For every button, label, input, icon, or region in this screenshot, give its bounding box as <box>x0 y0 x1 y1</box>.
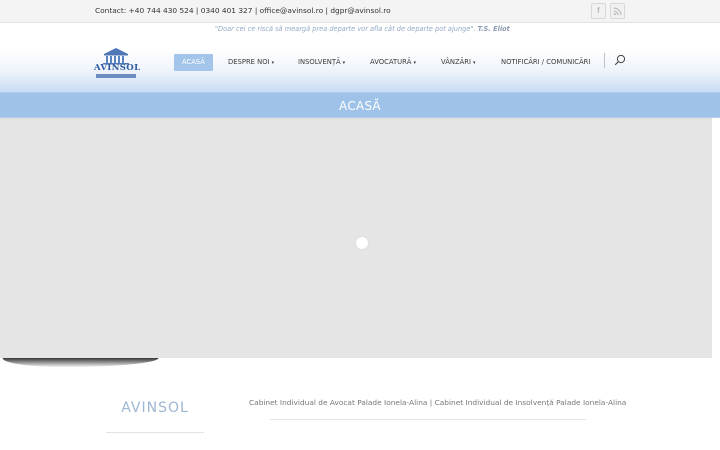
footer-tagline: Cabinet Individual de Avocat Palade Ione… <box>249 398 627 407</box>
footer-brand-divider <box>106 432 204 433</box>
facebook-icon[interactable]: f <box>591 3 606 19</box>
site-header: "Doar cei ce riscă să meargă prea depart… <box>0 23 720 92</box>
nav-item-notificari[interactable]: NOTIFICĂRI / COMUNICĂRI <box>501 54 590 71</box>
site-logo[interactable]: AVINSOL <box>94 47 141 81</box>
nav-label: VÂNZĂRI <box>441 58 471 66</box>
search-icon[interactable] <box>614 54 626 66</box>
header-quote: "Doar cei ce riscă să meargă prea depart… <box>215 25 510 33</box>
logo-text: AVINSOL <box>94 63 141 73</box>
nav-label: AVOCATURĂ <box>370 58 412 66</box>
nav-divider <box>604 53 605 68</box>
chevron-down-icon: ▾ <box>413 60 416 66</box>
slider-loading-dot <box>356 237 368 249</box>
nav-item-avocatura[interactable]: AVOCATURĂ ▾ <box>370 54 416 71</box>
chevron-down-icon: ▾ <box>472 60 476 66</box>
logo-strip <box>96 74 136 78</box>
chevron-down-icon: ▾ <box>271 60 275 66</box>
nav-label: INSOLVENȚĂ <box>298 58 341 66</box>
chevron-down-icon: ▾ <box>342 60 346 66</box>
contact-info: Contact: +40 744 430 524 | 0340 401 327 … <box>95 6 391 15</box>
nav-item-vanzari[interactable]: VÂNZĂRI ▾ <box>441 54 476 71</box>
nav-label: NOTIFICĂRI / COMUNICĂRI <box>501 58 591 66</box>
nav-label: DESPRE NOI <box>228 58 270 66</box>
page-title-band: ACASĂ <box>0 92 720 118</box>
nav-label: ACASĂ <box>182 58 205 66</box>
rss-icon[interactable] <box>610 3 625 19</box>
nav-item-despre-noi[interactable]: DESPRE NOI ▾ <box>228 54 274 71</box>
quote-text: "Doar cei ce riscă să meargă prea depart… <box>215 25 478 33</box>
footer-brand: AVINSOL <box>121 400 189 416</box>
top-bar: Contact: +40 744 430 524 | 0340 401 327 … <box>0 0 720 23</box>
page-title: ACASĂ <box>339 99 381 113</box>
nav-item-acasa[interactable]: ACASĂ <box>174 54 213 71</box>
nav-item-insolventa[interactable]: INSOLVENȚĂ ▾ <box>298 54 345 71</box>
footer-tagline-divider <box>270 419 586 420</box>
image-slider[interactable] <box>0 118 712 358</box>
slider-shadow <box>1 358 159 367</box>
quote-author: T.S. Eliot <box>477 25 510 33</box>
